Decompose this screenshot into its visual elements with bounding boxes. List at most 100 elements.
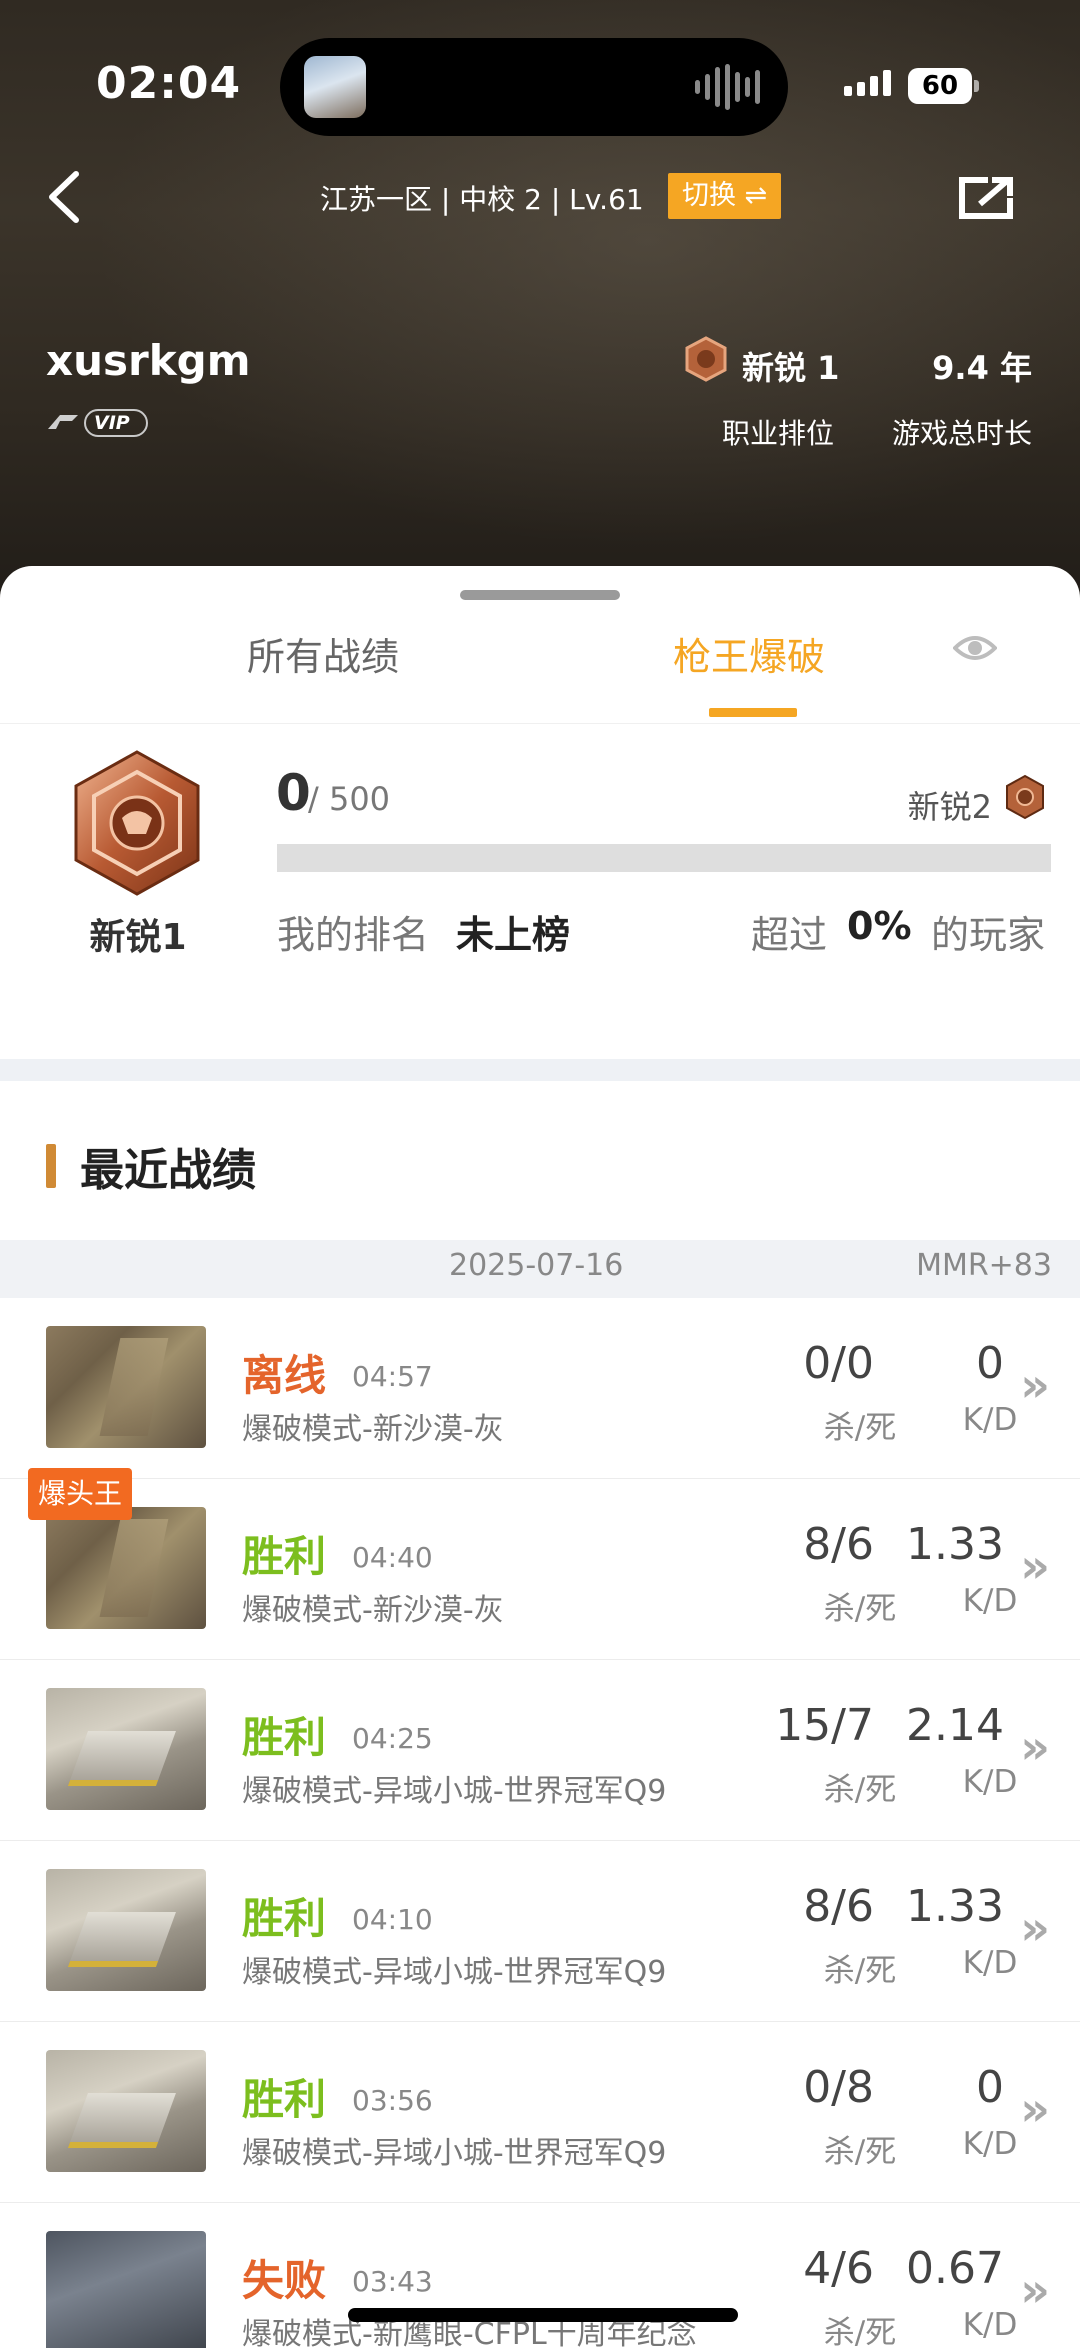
kd-ratio: 1.33 (906, 1881, 1004, 1932)
match-result: 离线 (242, 1351, 327, 1400)
kd-ratio-caption: K/D (962, 1945, 1018, 1981)
kills-deaths: 15/7 (775, 1700, 874, 1751)
rank-medal-icon (685, 336, 727, 382)
rank-progress-card: 新锐1 0 / 500 新锐2 我的排名 未上榜 超过 0% 的玩家 (0, 726, 1080, 988)
play-time-caption: 游戏总时长 (891, 417, 1032, 450)
match-mode: 爆破模式-新沙漠-灰 (242, 1593, 504, 1628)
next-rank-medal-icon (1006, 774, 1044, 820)
kd-ratio: 0 (976, 1338, 1004, 1389)
match-result: 胜利 (242, 1894, 327, 1943)
match-result: 胜利 (242, 1713, 327, 1762)
kills-deaths: 8/6 (803, 1519, 874, 1570)
username: xusrkgm (46, 336, 251, 385)
chevron-right-icon: » (1020, 2263, 1050, 2317)
cf-logo-icon (48, 415, 78, 429)
match-mode: 爆破模式-异域小城-世界冠军Q9 (242, 1955, 667, 1990)
kills-deaths: 0/0 (803, 1338, 874, 1389)
tab-all-records[interactable]: 所有战绩 (247, 626, 399, 681)
share-button[interactable] (958, 176, 1016, 220)
server-info: 江苏一区 | 中校 2 | Lv.61 (320, 183, 644, 216)
chevron-right-icon: » (1020, 1720, 1050, 1774)
map-thumbnail (46, 1688, 206, 1810)
map-thumbnail (46, 2231, 206, 2348)
back-button[interactable] (40, 166, 96, 228)
match-time: 04:57 (352, 1360, 433, 1393)
chevron-right-icon: » (1020, 1539, 1050, 1593)
match-time: 03:56 (352, 2084, 433, 2117)
chevron-left-icon (49, 171, 79, 223)
vip-label: VIP (84, 409, 148, 437)
status-time: 02:04 (96, 58, 242, 109)
sheet-grabber[interactable] (460, 590, 620, 600)
signal-icon (844, 70, 891, 96)
beat-suffix: 的玩家 (931, 913, 1046, 957)
rank-name: 新锐 1 (742, 349, 840, 387)
match-result: 失败 (242, 2256, 327, 2305)
headshot-king-tag: 爆头王 (28, 1468, 133, 1520)
kills-deaths: 0/8 (803, 2062, 874, 2113)
kd-ratio-caption: K/D (962, 1764, 1018, 1800)
eye-icon (952, 636, 998, 660)
map-thumbnail (46, 1869, 206, 1991)
kills-deaths-caption: 杀/死 (823, 1591, 897, 1627)
kills-deaths-caption: 杀/死 (823, 2134, 897, 2170)
active-tab-indicator (709, 708, 797, 717)
match-mode: 爆破模式-异域小城-世界冠军Q9 (242, 1774, 667, 1809)
match-time: 04:25 (352, 1722, 433, 1755)
map-thumbnail (46, 1507, 206, 1629)
match-row[interactable]: 胜利 04:40 爆破模式-新沙漠-灰 8/6 杀/死 1.33 K/D» (0, 1479, 1080, 1660)
switch-role-button[interactable]: 切换 ⇌ (668, 173, 782, 219)
section-accent-bar (46, 1144, 56, 1188)
match-row[interactable]: 胜利 03:56 爆破模式-异域小城-世界冠军Q9 0/8 杀/死 0 K/D» (0, 2022, 1080, 2203)
my-rank-value: 未上榜 (456, 913, 571, 957)
kills-deaths-caption: 杀/死 (823, 1953, 897, 1989)
tab-ranked-demolition[interactable]: 枪王爆破 (673, 626, 825, 681)
vip-badge[interactable]: VIP (46, 408, 148, 438)
kills-deaths: 8/6 (803, 1881, 874, 1932)
match-time: 04:40 (352, 1541, 433, 1574)
match-mode: 爆破模式-新沙漠-灰 (242, 1412, 504, 1447)
match-time: 03:43 (352, 2265, 433, 2298)
match-row[interactable]: 胜利 04:25 爆破模式-异域小城-世界冠军Q9 15/7 杀/死 2.14 K/D» (0, 1660, 1080, 1841)
kd-ratio-caption: K/D (962, 1402, 1018, 1438)
battery-icon: 60 (908, 68, 972, 104)
my-rank-label: 我的排名 (277, 913, 430, 957)
match-row[interactable]: 离线 04:57 爆破模式-新沙漠-灰 0/0 杀/死 0 K/D» (0, 1298, 1080, 1479)
now-playing-thumbnail (304, 56, 366, 118)
rank-medal-large-icon (74, 750, 200, 896)
match-result: 胜利 (242, 2075, 327, 2124)
match-row[interactable]: 胜利 04:10 爆破模式-异域小城-世界冠军Q9 8/6 杀/死 1.33 K/D» (0, 1841, 1080, 2022)
visibility-button[interactable] (952, 632, 998, 664)
kills-deaths-caption: 杀/死 (823, 2315, 897, 2348)
kd-ratio: 0.67 (906, 2243, 1004, 2294)
beat-label: 超过 (751, 913, 828, 957)
rank-score: 0 (276, 764, 311, 822)
match-row[interactable]: 失败 03:43 爆破模式-新鹰眼-CFPL十周年纪念 4/6 杀/死 0.67 K/D» (0, 2203, 1080, 2348)
kd-ratio-caption: K/D (962, 2126, 1018, 2162)
section-divider (0, 1059, 1080, 1081)
rank-score-total: / 500 (308, 780, 391, 818)
kills-deaths-caption: 杀/死 (823, 1772, 897, 1808)
match-list: 离线 04:57 爆破模式-新沙漠-灰 0/0 杀/死 0 K/D» 胜利 04:40 爆破模式-… (0, 1298, 1080, 2348)
share-icon (959, 177, 1013, 219)
rank-caption: 职业排位 (722, 417, 835, 450)
map-thumbnail (46, 1326, 206, 1448)
battery-tip (974, 80, 979, 92)
map-thumbnail (46, 2050, 206, 2172)
date-header: 2025-07-16 MMR+83 (0, 1240, 1080, 1298)
match-result: 胜利 (242, 1532, 327, 1581)
dynamic-island[interactable] (280, 38, 788, 136)
mmr-change: MMR+83 (916, 1248, 1052, 1283)
recent-records-title: 最近战绩 (46, 1134, 256, 1198)
kills-deaths-caption: 杀/死 (823, 1410, 897, 1446)
home-indicator[interactable] (348, 2308, 738, 2322)
recent-records-label: 最近战绩 (80, 1145, 256, 1196)
record-tabs: 所有战绩 枪王爆破 (0, 616, 1080, 724)
kd-ratio-caption: K/D (962, 1583, 1018, 1619)
next-rank-label: 新锐2 (907, 788, 992, 826)
kd-ratio: 0 (976, 2062, 1004, 2113)
profile-header: 02:04 60 江苏一区 | 中校 2 | Lv.61 切换 ⇌ xusrkg… (0, 0, 1080, 600)
kills-deaths: 4/6 (803, 2243, 874, 2294)
kd-ratio: 2.14 (906, 1700, 1004, 1751)
kd-ratio-caption: K/D (962, 2307, 1018, 2343)
